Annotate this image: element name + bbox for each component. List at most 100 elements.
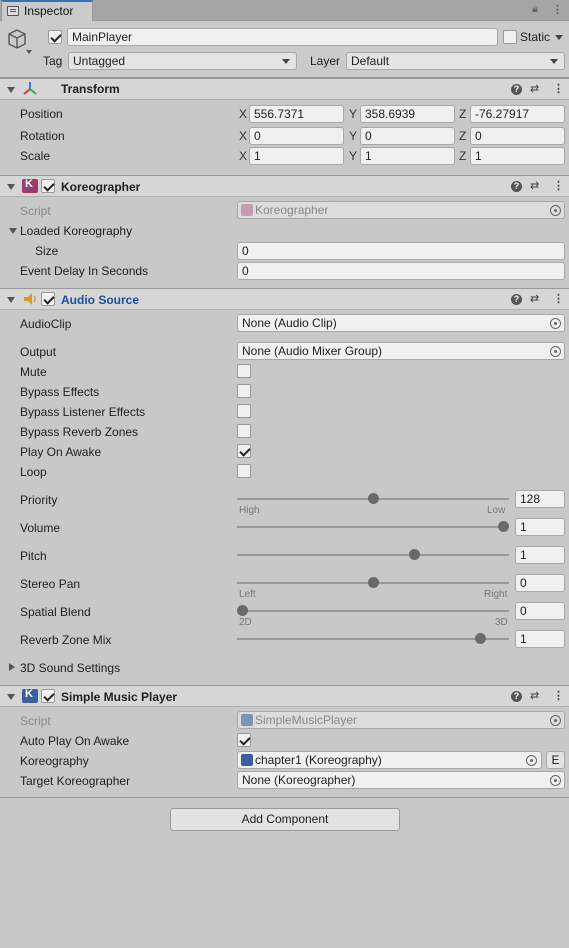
koreography-asset-icon — [241, 754, 253, 766]
audio-enabled-checkbox[interactable] — [41, 292, 55, 306]
tag-dropdown[interactable]: Untagged — [68, 52, 297, 70]
auto-play-checkbox[interactable] — [237, 733, 251, 747]
simple-music-player-title: Simple Music Player — [61, 690, 178, 704]
pitch-slider-track[interactable] — [237, 554, 509, 556]
priority-low-label: Low — [487, 505, 506, 516]
priority-slider-knob[interactable] — [367, 493, 379, 504]
preset-icon[interactable]: ⇄ — [530, 179, 539, 192]
lock-icon[interactable]: 🔒︎ — [532, 3, 538, 16]
volume-slider-track[interactable] — [237, 526, 509, 528]
tab-label: Inspector — [24, 4, 74, 18]
stereo-pan-slider-knob[interactable] — [367, 577, 379, 588]
reverb-zone-mix-input[interactable]: 1 — [515, 630, 565, 648]
rotation-y-input[interactable]: 0 — [360, 127, 455, 145]
scale-label: Scale — [20, 149, 51, 163]
position-y-axis[interactable]: Y — [349, 107, 357, 121]
component-menu-icon[interactable]: ⋮ — [553, 689, 564, 702]
spatial-blend-slider-knob[interactable] — [237, 605, 248, 616]
tab-inspector[interactable]: Inspector — [1, 0, 93, 21]
koreography-field[interactable]: chapter1 (Koreography) — [237, 751, 542, 769]
mute-checkbox[interactable] — [237, 364, 251, 378]
event-delay-input[interactable]: 0 — [237, 262, 565, 280]
speaker-icon — [24, 293, 36, 305]
bypass-reverb-checkbox[interactable] — [237, 424, 251, 438]
audioclip-field[interactable]: None (Audio Clip) — [237, 314, 565, 332]
bypass-listener-checkbox[interactable] — [237, 404, 251, 418]
play-on-awake-checkbox[interactable] — [237, 444, 251, 458]
rotation-y-axis[interactable]: Y — [349, 129, 357, 143]
scale-z-axis[interactable]: Z — [459, 149, 466, 163]
preset-icon[interactable]: ⇄ — [530, 689, 539, 702]
object-picker-icon[interactable] — [526, 755, 537, 766]
rotation-z-axis[interactable]: Z — [459, 129, 466, 143]
reverb-zone-mix-slider-track[interactable] — [237, 638, 509, 640]
sound3d-settings-label[interactable]: 3D Sound Settings — [20, 661, 120, 675]
output-field[interactable]: None (Audio Mixer Group) — [237, 342, 565, 360]
smp-script-value: SimpleMusicPlayer — [255, 713, 358, 727]
layer-label: Layer — [310, 54, 341, 68]
koreographer-fold-arrow-icon[interactable] — [7, 184, 15, 190]
position-z-input[interactable]: -76.27917 — [470, 105, 565, 123]
scale-x-axis[interactable]: X — [239, 149, 247, 163]
volume-input[interactable]: 1 — [515, 518, 565, 536]
scale-z-input[interactable]: 1 — [470, 147, 565, 165]
volume-slider-knob[interactable] — [498, 521, 509, 532]
preset-icon[interactable]: ⇄ — [530, 82, 539, 95]
sound3d-fold-icon[interactable] — [9, 663, 15, 671]
spatial-blend-slider-track[interactable] — [237, 610, 509, 612]
smp-fold-arrow-icon[interactable] — [7, 694, 15, 700]
active-checkbox[interactable] — [48, 30, 62, 44]
reverb-zone-mix-slider-knob[interactable] — [474, 633, 486, 644]
help-icon[interactable]: ? — [511, 84, 522, 95]
position-x-input[interactable]: 556.7371 — [249, 105, 344, 123]
loop-checkbox[interactable] — [237, 464, 251, 478]
layer-dropdown[interactable]: Default — [346, 52, 565, 70]
pitch-slider-knob[interactable] — [409, 549, 421, 560]
object-picker-icon[interactable] — [550, 318, 561, 329]
position-y-input[interactable]: 358.6939 — [360, 105, 455, 123]
object-picker-icon[interactable] — [550, 346, 561, 357]
rotation-x-input[interactable]: 0 — [249, 127, 344, 145]
object-picker-icon[interactable] — [550, 775, 561, 786]
play-on-awake-label: Play On Awake — [20, 445, 102, 459]
loaded-koreography-label[interactable]: Loaded Koreography — [20, 224, 132, 238]
target-koreographer-field[interactable]: None (Koreographer) — [237, 771, 565, 789]
component-menu-icon[interactable]: ⋮ — [553, 292, 564, 305]
static-dropdown-icon[interactable] — [555, 35, 563, 40]
divider — [0, 797, 569, 798]
pitch-input[interactable]: 1 — [515, 546, 565, 564]
spatial-blend-input[interactable]: 0 — [515, 602, 565, 620]
koreographer-script-field: Koreographer — [237, 201, 565, 219]
preset-icon[interactable]: ⇄ — [530, 292, 539, 305]
stereo-pan-input[interactable]: 0 — [515, 574, 565, 592]
component-menu-icon[interactable]: ⋮ — [553, 179, 564, 192]
add-component-button[interactable]: Add Component — [170, 808, 400, 831]
help-icon[interactable]: ? — [511, 691, 522, 702]
position-z-axis[interactable]: Z — [459, 107, 466, 121]
priority-input[interactable]: 128 — [515, 490, 565, 508]
rotation-z-input[interactable]: 0 — [470, 127, 565, 145]
scale-x-input[interactable]: 1 — [249, 147, 344, 165]
transform-fold-arrow-icon[interactable] — [7, 87, 15, 93]
koreography-edit-button[interactable]: E — [546, 751, 565, 769]
bypass-effects-checkbox[interactable] — [237, 384, 251, 398]
component-menu-icon[interactable]: ⋮ — [553, 82, 564, 95]
position-x-axis[interactable]: X — [239, 107, 247, 121]
size-input[interactable]: 0 — [237, 242, 565, 260]
loaded-koreography-fold-icon[interactable] — [9, 228, 17, 234]
rotation-x-axis[interactable]: X — [239, 129, 247, 143]
static-checkbox[interactable] — [503, 30, 517, 44]
scale-y-input[interactable]: 1 — [360, 147, 455, 165]
simple-music-player-icon: K — [22, 688, 38, 703]
object-name-input[interactable]: MainPlayer — [67, 28, 498, 46]
more-menu-icon[interactable]: ⋮ — [552, 3, 563, 16]
audio-fold-arrow-icon[interactable] — [7, 297, 15, 303]
target-koreographer-label: Target Koreographer — [20, 774, 131, 788]
scale-y-axis[interactable]: Y — [349, 149, 357, 163]
size-label: Size — [35, 244, 59, 258]
koreographer-enabled-checkbox[interactable] — [41, 179, 55, 193]
help-icon[interactable]: ? — [511, 294, 522, 305]
smp-enabled-checkbox[interactable] — [41, 689, 55, 703]
help-icon[interactable]: ? — [511, 181, 522, 192]
smp-script-label: Script — [20, 714, 51, 728]
